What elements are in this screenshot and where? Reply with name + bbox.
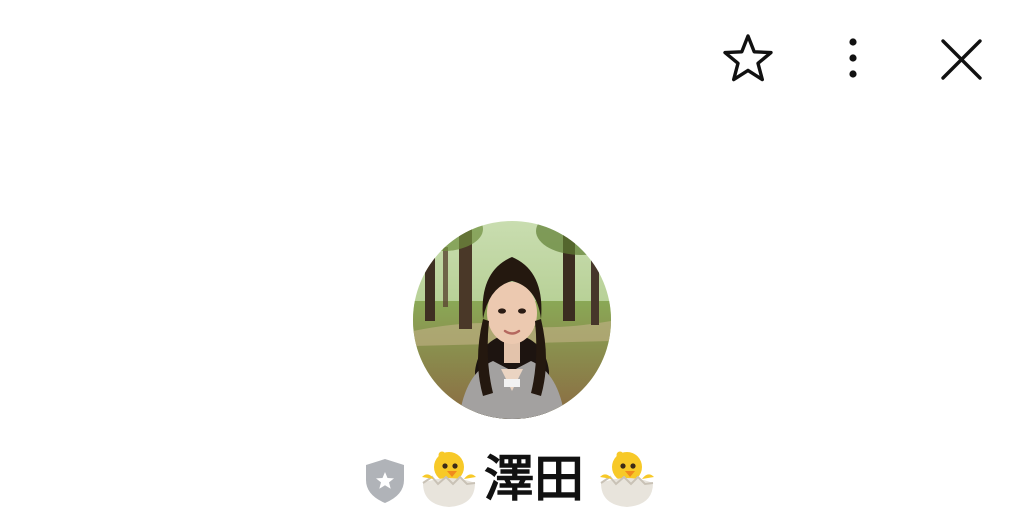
more-vertical-icon [849, 38, 857, 78]
close-button[interactable] [936, 36, 986, 84]
shield-star-icon[interactable] [364, 458, 406, 504]
favorite-button[interactable] [720, 32, 776, 86]
star-outline-icon [723, 34, 773, 82]
profile-header [0, 0, 1024, 120]
close-icon [941, 39, 982, 80]
profile-photo [413, 221, 611, 419]
profile-name: 澤田 [484, 450, 584, 508]
hatching-chick-emoji [600, 451, 654, 507]
hatching-chick-emoji [422, 451, 476, 507]
profile-name-row: 澤田 [360, 446, 660, 512]
more-options-button[interactable] [836, 34, 870, 84]
avatar[interactable] [413, 221, 611, 419]
